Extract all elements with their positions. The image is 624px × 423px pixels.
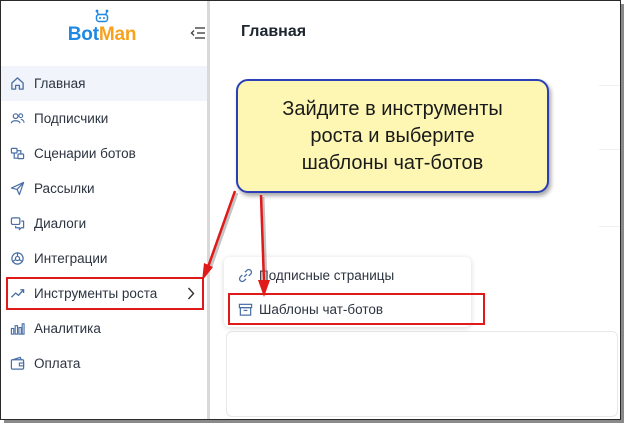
callout-line: шаблоны чат-ботов xyxy=(301,151,484,174)
logo-text: BotMan xyxy=(57,24,147,46)
robot-logo-icon xyxy=(95,9,109,23)
logo-text-bot: Bot xyxy=(67,24,99,45)
sidebar-item-payment[interactable]: Оплата xyxy=(1,346,207,381)
page-title: Главная xyxy=(241,23,307,40)
divider xyxy=(599,85,620,86)
submenu-item-label: Подписные страницы xyxy=(259,267,395,283)
submenu-item-subscription-pages[interactable]: Подписные страницы xyxy=(224,258,471,292)
callout-line: Зайдите в инструменты xyxy=(282,97,503,120)
callout-text: Зайдите в инструменты роста и выберите ш… xyxy=(282,96,503,177)
logo[interactable]: BotMan xyxy=(57,9,147,46)
sidebar-item-label: Сценарии ботов xyxy=(34,146,136,161)
sidebar-item-mailings[interactable]: Рассылки xyxy=(1,171,207,206)
sidebar-item-label: Главная xyxy=(34,76,86,91)
collapse-sidebar-icon[interactable] xyxy=(190,26,206,40)
sidebar-item-analytics[interactable]: Аналитика xyxy=(1,311,207,346)
divider xyxy=(599,226,620,227)
highlight-growth-tools xyxy=(6,277,204,310)
sidebar-item-label: Подписчики xyxy=(34,111,109,126)
link-icon xyxy=(237,267,253,283)
home-icon xyxy=(9,76,25,92)
app-window: BotMan Главная Подписчики Сценарии ботов… xyxy=(0,0,621,420)
content-card xyxy=(226,331,618,417)
chat-icon xyxy=(9,216,25,232)
sidebar-item-label: Рассылки xyxy=(34,181,95,196)
analytics-icon xyxy=(9,321,25,337)
logo-text-man: Man xyxy=(98,24,137,45)
sidebar: BotMan Главная Подписчики Сценарии ботов… xyxy=(1,1,209,419)
sidebar-nav: Главная Подписчики Сценарии ботов Рассыл… xyxy=(1,66,207,381)
users-icon xyxy=(9,111,25,127)
sidebar-item-dialogs[interactable]: Диалоги xyxy=(1,206,207,241)
sidebar-item-integrations[interactable]: Интеграции xyxy=(1,241,207,276)
wallet-icon xyxy=(9,356,25,372)
instruction-callout: Зайдите в инструменты роста и выберите ш… xyxy=(236,79,549,193)
callout-line: роста и выберите xyxy=(310,124,475,147)
integration-icon xyxy=(9,251,25,267)
scenario-icon xyxy=(9,146,25,162)
sidebar-item-label: Оплата xyxy=(34,356,81,371)
sidebar-item-label: Интеграции xyxy=(34,251,108,266)
sidebar-resize-handle[interactable] xyxy=(207,1,210,419)
sidebar-item-label: Аналитика xyxy=(34,321,101,336)
send-icon xyxy=(9,181,25,197)
divider xyxy=(599,149,620,150)
highlight-chatbot-templates xyxy=(228,293,485,325)
sidebar-item-bot-scenarios[interactable]: Сценарии ботов xyxy=(1,136,207,171)
sidebar-item-label: Диалоги xyxy=(34,216,87,231)
sidebar-item-home[interactable]: Главная xyxy=(1,66,207,101)
sidebar-item-subscribers[interactable]: Подписчики xyxy=(1,101,207,136)
